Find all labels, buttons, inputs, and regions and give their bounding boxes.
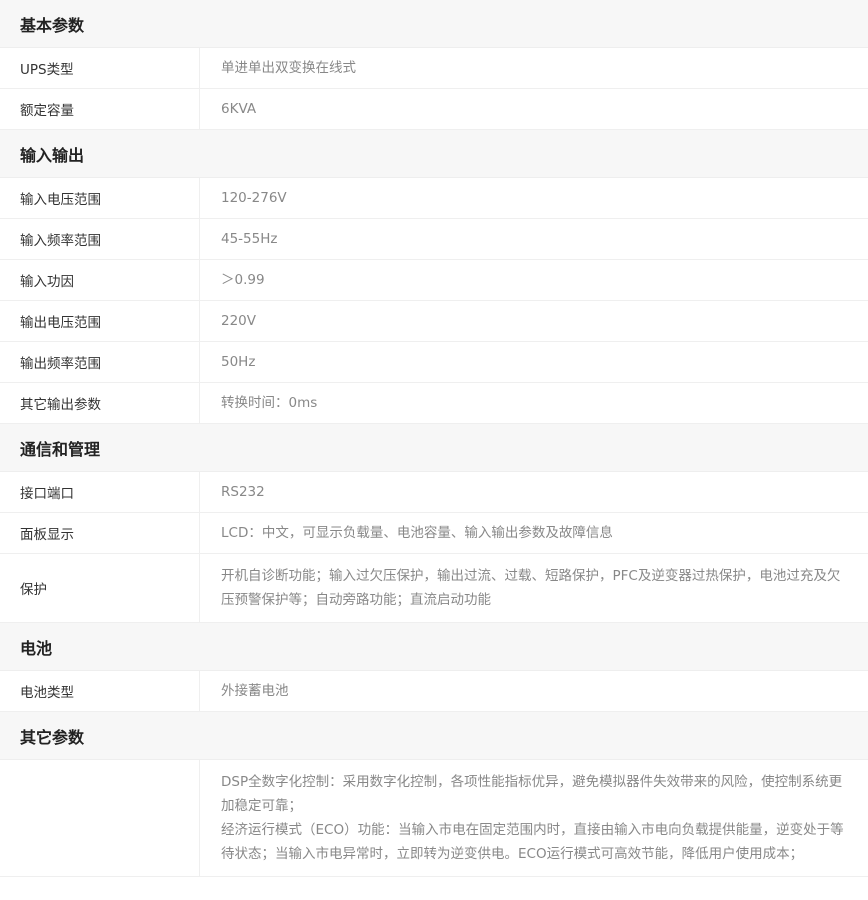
spec-label: 接口端口 [0, 472, 200, 512]
spec-value-line: 经济运行模式（ECO）功能：当输入市电在固定范围内时，直接由输入市电向负载提供能… [221, 822, 844, 862]
section-title-other: 其它参数 [0, 712, 868, 760]
section-title-battery: 电池 [0, 623, 868, 671]
spec-label: 保护 [0, 554, 200, 622]
spec-value: 6KVA [221, 101, 257, 117]
section-title-basic: 基本参数 [0, 0, 868, 48]
spec-value: 120-276V [221, 190, 287, 206]
spec-row: 输入电压范围 120-276V [0, 178, 868, 219]
spec-label: 输入功因 [0, 260, 200, 300]
spec-row: 接口端口 RS232 [0, 472, 868, 513]
spec-label: 输入电压范围 [0, 178, 200, 218]
spec-value: 单进单出双变换在线式 [221, 60, 356, 76]
spec-row: DSP全数字化控制：采用数字化控制，各项性能指标优异，避免模拟器件失效带来的风险… [0, 760, 868, 877]
spec-row: 输出频率范围 50Hz [0, 342, 868, 383]
spec-value: ＞0.99 [221, 272, 265, 288]
spec-value: RS232 [221, 484, 265, 500]
section-title-communication: 通信和管理 [0, 424, 868, 472]
spec-value: DSP全数字化控制：采用数字化控制，各项性能指标优异，避免模拟器件失效带来的风险… [200, 760, 868, 876]
spec-value: 开机自诊断功能；输入过欠压保护，输出过流、过载、短路保护，PFC及逆变器过热保护… [221, 568, 841, 608]
spec-label: 输出频率范围 [0, 342, 200, 382]
spec-row: 保护 开机自诊断功能；输入过欠压保护，输出过流、过载、短路保护，PFC及逆变器过… [0, 554, 868, 623]
spec-row: 额定容量 6KVA [0, 89, 868, 130]
spec-row: 输出电压范围 220V [0, 301, 868, 342]
spec-value: LCD：中文，可显示负载量、电池容量、输入输出参数及故障信息 [221, 525, 613, 541]
spec-value: 50Hz [221, 354, 256, 370]
spec-label: 输入频率范围 [0, 219, 200, 259]
spec-label: 面板显示 [0, 513, 200, 553]
spec-label: UPS类型 [0, 48, 200, 88]
spec-value: 外接蓄电池 [221, 683, 289, 699]
spec-row: 输入功因 ＞0.99 [0, 260, 868, 301]
spec-row: 电池类型 外接蓄电池 [0, 671, 868, 712]
spec-row: 输入频率范围 45-55Hz [0, 219, 868, 260]
section-title-io: 输入输出 [0, 130, 868, 178]
spec-row: 其它输出参数 转换时间：0ms [0, 383, 868, 424]
spec-table: 基本参数 UPS类型 单进单出双变换在线式 额定容量 6KVA 输入输出 输入电… [0, 0, 868, 877]
spec-label: 输出电压范围 [0, 301, 200, 341]
spec-label: 其它输出参数 [0, 383, 200, 423]
spec-label: 额定容量 [0, 89, 200, 129]
spec-value-line: DSP全数字化控制：采用数字化控制，各项性能指标优异，避免模拟器件失效带来的风险… [221, 774, 843, 814]
spec-value: 220V [221, 313, 257, 329]
spec-value: 转换时间：0ms [221, 395, 318, 411]
spec-label [0, 760, 200, 876]
spec-row: UPS类型 单进单出双变换在线式 [0, 48, 868, 89]
spec-label: 电池类型 [0, 671, 200, 711]
spec-row: 面板显示 LCD：中文，可显示负载量、电池容量、输入输出参数及故障信息 [0, 513, 868, 554]
spec-value: 45-55Hz [221, 231, 278, 247]
